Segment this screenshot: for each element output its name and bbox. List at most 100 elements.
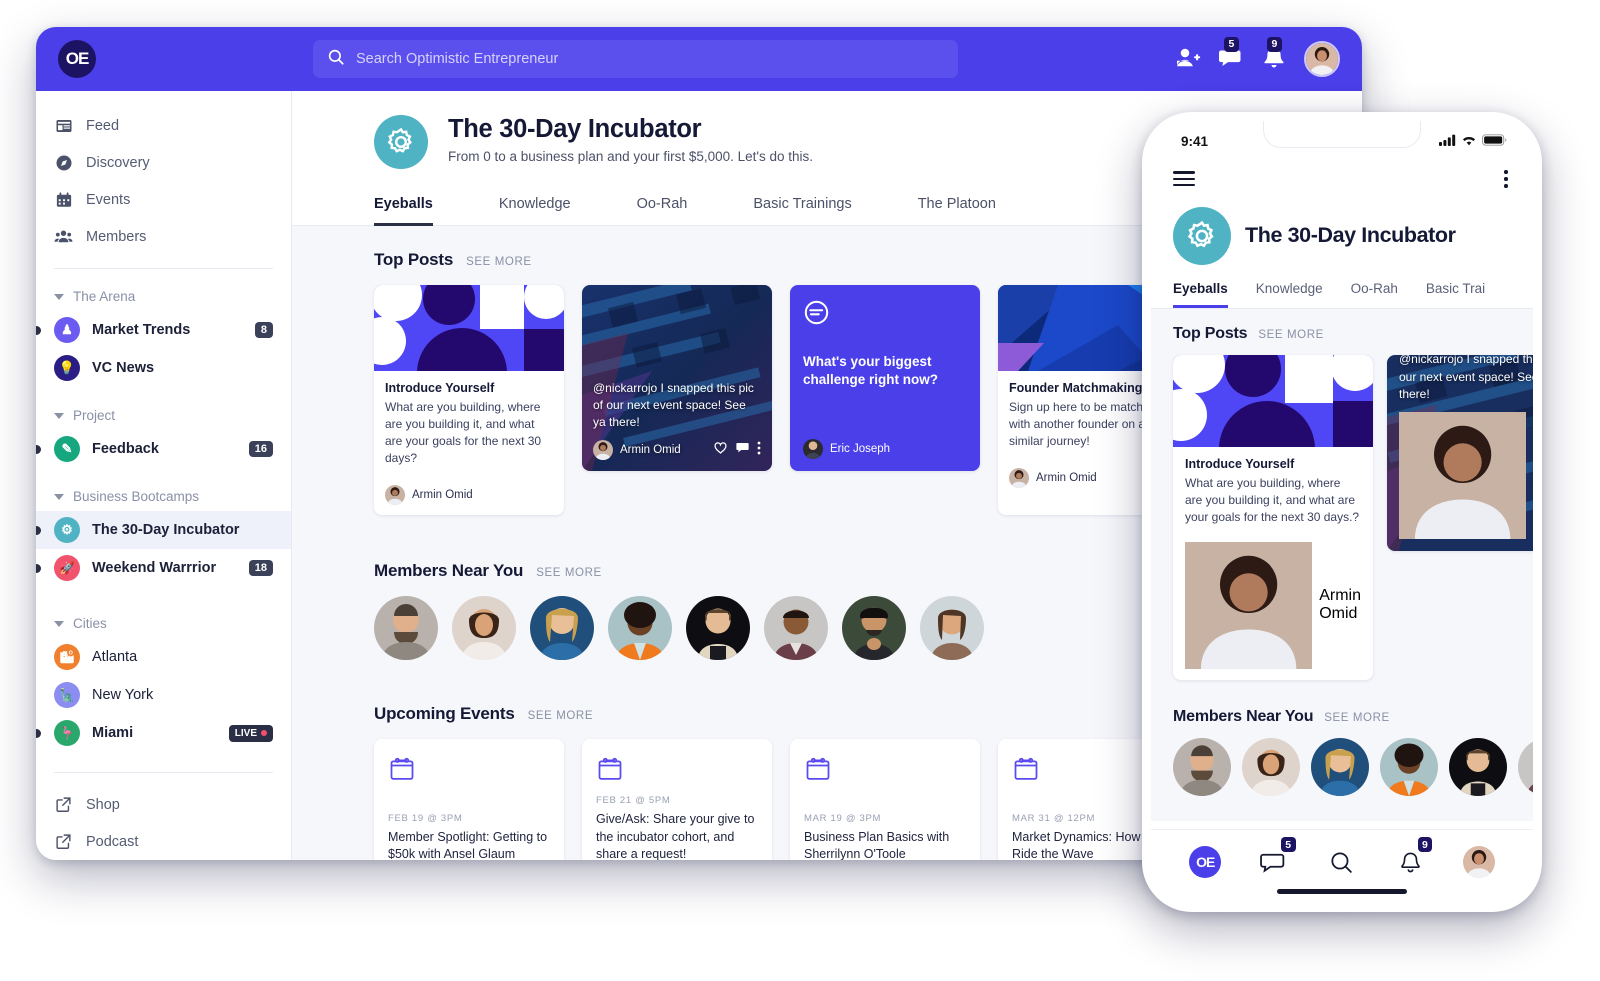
member-avatar[interactable] bbox=[686, 596, 750, 661]
calendar-icon bbox=[54, 190, 73, 209]
member-avatar[interactable] bbox=[1380, 738, 1438, 797]
tab-basic-trainings[interactable]: Basic Trai bbox=[1426, 281, 1485, 308]
sidebar-item-shop[interactable]: Shop bbox=[36, 786, 291, 823]
comment-icon[interactable] bbox=[735, 441, 750, 460]
tab-the-platoon[interactable]: The Platoon bbox=[918, 196, 996, 226]
channel-icon: 💡 bbox=[54, 355, 80, 381]
event-card[interactable]: FEB 21 @ 5PM Give/Ask: Share your give t… bbox=[582, 739, 772, 860]
avatar bbox=[385, 485, 405, 506]
phone-header bbox=[1151, 161, 1533, 193]
sidebar-item-new-york[interactable]: 🗽 New York bbox=[36, 676, 291, 714]
sidebar-group-cities[interactable]: Cities bbox=[36, 609, 291, 638]
event-card[interactable]: MAR 19 @ 3PM Business Plan Basics with S… bbox=[790, 739, 980, 860]
event-title: Member Spotlight: Getting to $50k with A… bbox=[388, 829, 548, 860]
sidebar-item-weekend-warrrior[interactable]: 🚀 Weekend Warrrior 18 bbox=[36, 549, 291, 587]
app-logo[interactable]: OE bbox=[58, 40, 96, 78]
post-author: Eric Joseph bbox=[830, 443, 891, 455]
desktop-topbar: OE Search Optimistic Entrepreneur 5 9 bbox=[36, 27, 1362, 91]
sidebar-item-discovery[interactable]: Discovery bbox=[36, 144, 291, 181]
heart-icon[interactable] bbox=[713, 441, 728, 460]
avatar[interactable] bbox=[1304, 41, 1340, 77]
post-card[interactable]: @nickarrojo I snapped this pic of our ne… bbox=[582, 285, 772, 471]
member-avatar[interactable] bbox=[1242, 738, 1300, 797]
tab-eyeballs[interactable]: Eyeballs bbox=[1173, 281, 1228, 308]
event-date: FEB 19 @ 3PM bbox=[388, 812, 463, 824]
member-avatar[interactable] bbox=[608, 596, 672, 661]
member-avatar[interactable] bbox=[1173, 738, 1231, 797]
sidebar-item-vc-news[interactable]: 💡 VC News bbox=[36, 349, 291, 387]
tab-knowledge[interactable]: Knowledge bbox=[499, 196, 571, 226]
sidebar-item-the-30-day-incubator[interactable]: ⚙ The 30-Day Incubator bbox=[36, 511, 291, 549]
calendar-icon bbox=[596, 755, 624, 783]
post-text: What are you building, where are you bui… bbox=[1185, 475, 1360, 524]
event-card[interactable]: FEB 19 @ 3PM Member Spotlight: Getting t… bbox=[374, 739, 564, 860]
sidebar-group-project[interactable]: Project bbox=[36, 401, 291, 430]
calendar-icon bbox=[388, 755, 416, 783]
member-avatar[interactable] bbox=[842, 596, 906, 661]
member-avatar[interactable] bbox=[1311, 738, 1369, 797]
sidebar-item-atlanta[interactable]: 🏙 Atlanta bbox=[36, 638, 291, 676]
sidebar-item-label: Atlanta bbox=[92, 649, 138, 665]
sidebar-group-business-bootcamps[interactable]: Business Bootcamps bbox=[36, 482, 291, 511]
tab-oo-rah[interactable]: Oo-Rah bbox=[1351, 281, 1398, 308]
member-avatar[interactable] bbox=[374, 596, 438, 661]
see-more-link[interactable]: SEE MORE bbox=[466, 256, 532, 268]
home-indicator bbox=[1277, 889, 1407, 894]
more-icon[interactable] bbox=[757, 441, 761, 460]
chevron-down-icon bbox=[54, 493, 64, 500]
notifications-bell-icon[interactable]: 9 bbox=[1261, 37, 1287, 72]
search-input[interactable]: Search Optimistic Entrepreneur bbox=[313, 40, 958, 78]
member-avatar[interactable] bbox=[530, 596, 594, 661]
sidebar-item-events[interactable]: Events bbox=[36, 181, 291, 218]
sidebar-item-market-trends[interactable]: ♟ Market Trends 8 bbox=[36, 311, 291, 349]
compass-icon bbox=[54, 153, 73, 172]
search-icon[interactable] bbox=[1324, 844, 1360, 880]
home-logo-label: OE bbox=[1189, 846, 1222, 878]
event-date: FEB 21 @ 5PM bbox=[596, 795, 671, 807]
home-logo-icon[interactable]: OE bbox=[1187, 844, 1223, 880]
unread-badge: 16 bbox=[248, 441, 273, 457]
cellular-signal-icon bbox=[1439, 134, 1456, 149]
see-more-link[interactable]: SEE MORE bbox=[536, 567, 602, 579]
sidebar-item-members[interactable]: Members bbox=[36, 218, 291, 255]
notifications-bell-icon[interactable]: 9 bbox=[1392, 837, 1433, 880]
section-title: Members Near You bbox=[374, 561, 524, 581]
kebab-menu-icon[interactable] bbox=[1501, 167, 1511, 191]
unread-dot bbox=[36, 444, 41, 454]
see-more-link[interactable]: SEE MORE bbox=[528, 710, 594, 722]
member-avatar[interactable] bbox=[452, 596, 516, 661]
member-avatar[interactable] bbox=[920, 596, 984, 661]
avatar bbox=[803, 439, 823, 459]
member-avatar[interactable] bbox=[1518, 738, 1533, 797]
member-avatar[interactable] bbox=[764, 596, 828, 661]
see-more-link[interactable]: SEE MORE bbox=[1258, 329, 1324, 341]
sidebar-item-podcast[interactable]: Podcast bbox=[36, 823, 291, 860]
hamburger-menu-icon[interactable] bbox=[1173, 167, 1195, 190]
post-card[interactable]: Introduce Yourself What are you building… bbox=[1173, 354, 1373, 681]
section-header-top-posts: Top Posts SEE MORE bbox=[1173, 325, 1533, 343]
notifications-badge: 9 bbox=[1417, 837, 1433, 852]
post-card[interactable]: What's your biggest challenge right now?… bbox=[790, 285, 980, 471]
member-avatar[interactable] bbox=[1449, 738, 1507, 797]
tab-basic-trainings[interactable]: Basic Trainings bbox=[753, 196, 851, 226]
sidebar-item-label: Feed bbox=[86, 117, 120, 134]
post-card[interactable]: @nickarrojo I snapped this pic of our ne… bbox=[1387, 354, 1533, 551]
see-more-link[interactable]: SEE MORE bbox=[1324, 712, 1390, 724]
sidebar-group-the-arena[interactable]: The Arena bbox=[36, 282, 291, 311]
tab-oo-rah[interactable]: Oo-Rah bbox=[637, 196, 688, 226]
section-title: Upcoming Events bbox=[374, 704, 515, 724]
sidebar-item-feedback[interactable]: ✎ Feedback 16 bbox=[36, 430, 291, 468]
tab-eyeballs[interactable]: Eyeballs bbox=[374, 196, 433, 226]
messages-icon[interactable]: 5 bbox=[1218, 37, 1244, 72]
add-person-icon[interactable] bbox=[1175, 46, 1201, 72]
external-link-icon bbox=[54, 795, 73, 814]
sidebar-item-miami[interactable]: 🦩 Miami LIVE bbox=[36, 714, 291, 752]
post-text: @nickarrojo I snapped this pic of our ne… bbox=[593, 380, 754, 429]
tab-knowledge[interactable]: Knowledge bbox=[1256, 281, 1323, 308]
post-card[interactable]: Introduce Yourself What are you building… bbox=[374, 285, 564, 516]
post-author: Armin Omid bbox=[412, 489, 473, 502]
profile-avatar[interactable] bbox=[1461, 844, 1497, 880]
post-title: Introduce Yourself bbox=[1185, 456, 1295, 471]
sidebar-item-feed[interactable]: Feed bbox=[36, 107, 291, 144]
messages-icon[interactable]: 5 bbox=[1256, 837, 1296, 880]
